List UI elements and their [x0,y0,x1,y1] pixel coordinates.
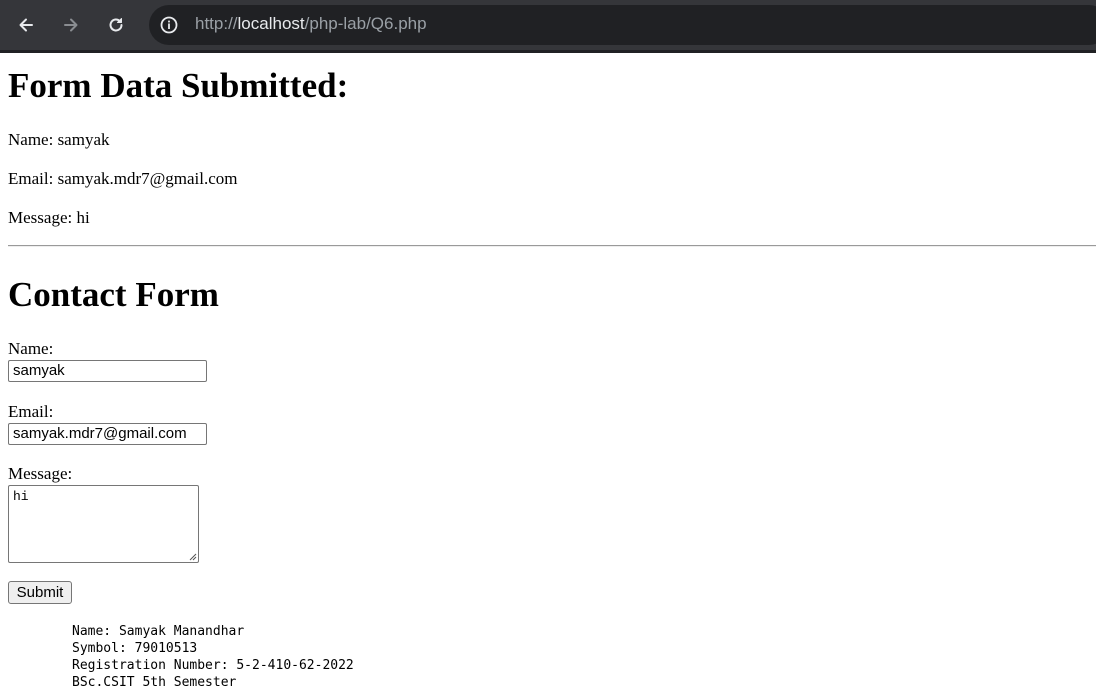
student-info-line: BSc.CSIT 5th Semester [72,675,237,690]
back-arrow-icon [19,18,33,32]
reload-icon [109,18,123,32]
student-info-line: Name: Samyak Manandhar [72,624,245,639]
site-info-icon[interactable] [159,15,179,35]
student-info-line: Symbol: 79010513 [72,641,198,656]
url-path: /php-lab/Q6.php [304,14,427,33]
name-label: Name: [8,339,54,358]
message-label: Message: [8,464,73,483]
address-bar[interactable]: http://localhost/php-lab/Q6.php [149,5,1096,45]
email-input[interactable]: samyak.mdr7@gmail.com [8,423,207,445]
submitted-heading: Form Data Submitted: [8,66,349,105]
student-info-line: Registration Number: 5-2-410-62-2022 [72,658,354,673]
browser-toolbar: http://localhost/php-lab/Q6.php [0,0,1096,53]
submitted-message: Message: hi [8,208,90,227]
url-host: localhost [237,14,305,33]
email-label: Email: [8,402,54,421]
reload-button[interactable] [100,9,132,41]
horizontal-divider [8,245,1096,247]
resize-grip-icon[interactable] [187,551,197,561]
submit-button[interactable]: Submit [8,581,72,604]
message-textarea[interactable]: hi [8,485,199,563]
student-info: Name: Samyak Manandhar Symbol: 79010513 Re… [72,623,354,691]
url-scheme: http:// [195,14,238,33]
forward-arrow-icon [64,18,78,32]
url-text[interactable]: http://localhost/php-lab/Q6.php [195,14,427,34]
message-textarea-value: hi [13,489,29,504]
submitted-email: Email: samyak.mdr7@gmail.com [8,169,238,188]
back-button[interactable] [10,9,42,41]
submitted-name: Name: samyak [8,130,110,149]
name-input[interactable]: samyak [8,360,207,382]
contact-form-heading: Contact Form [8,275,219,314]
forward-button[interactable] [55,9,87,41]
